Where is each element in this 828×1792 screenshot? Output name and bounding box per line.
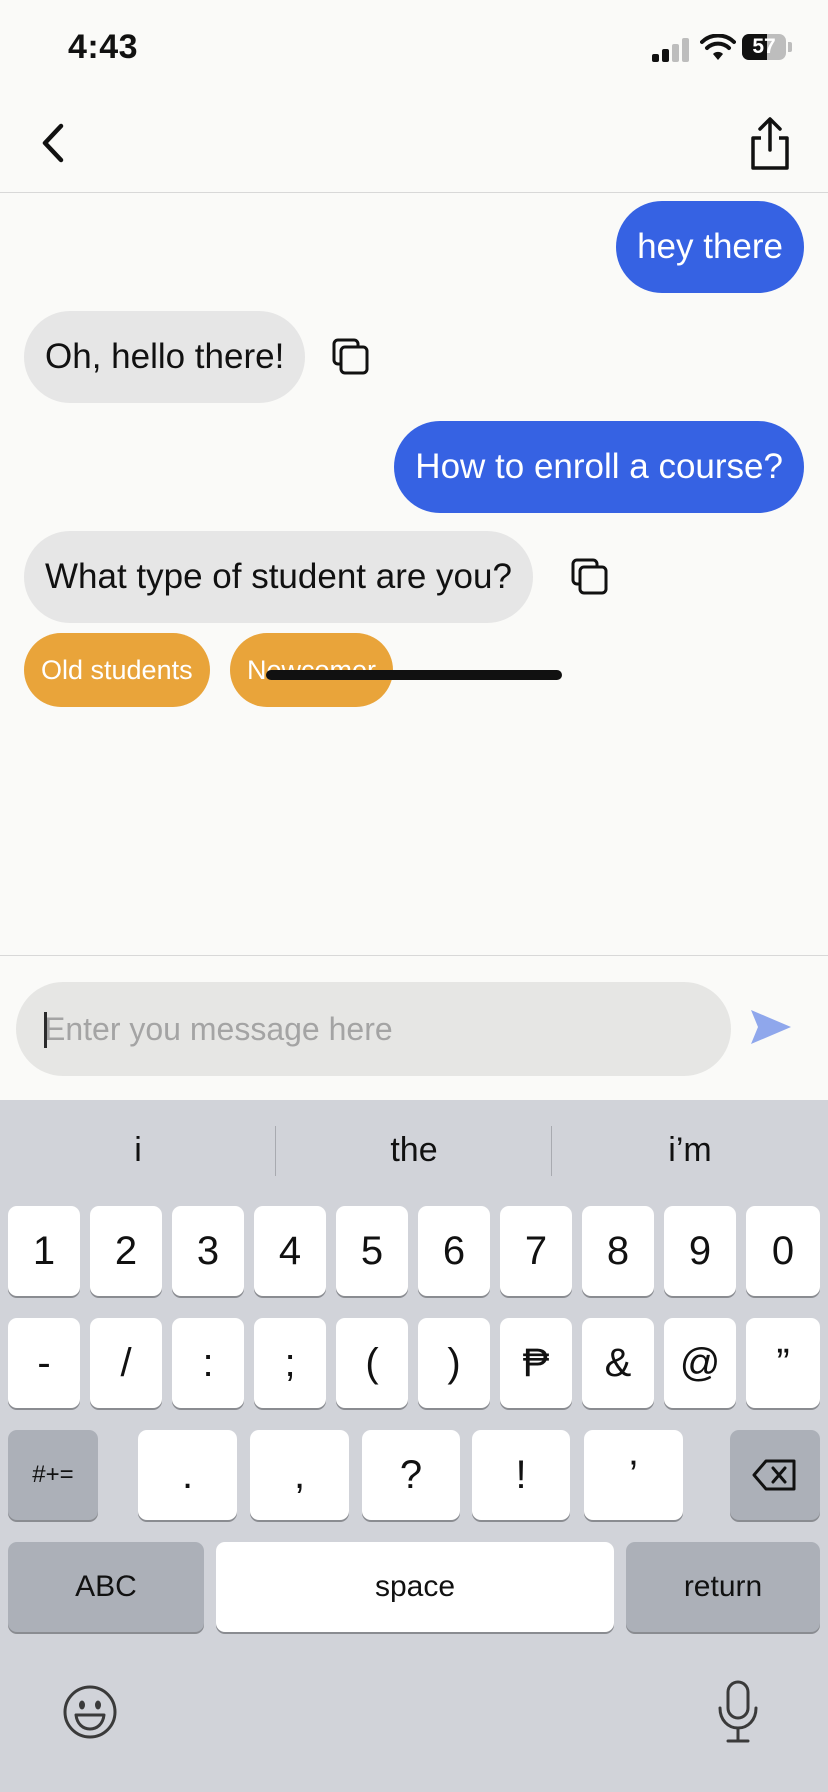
composer-bar: Enter you message here [0, 955, 828, 1101]
abc-key[interactable]: ABC [8, 1542, 204, 1632]
keyboard-bottom-bar [0, 1660, 828, 1792]
key-question[interactable]: ? [362, 1430, 460, 1520]
suggestion-i[interactable]: i [0, 1100, 276, 1200]
key-slash[interactable]: / [90, 1318, 162, 1408]
key-peso[interactable]: ₱ [500, 1318, 572, 1408]
suggestion-the[interactable]: the [276, 1100, 552, 1200]
chat-thread: hey there Oh, hello there! How to enroll… [0, 193, 828, 955]
symbols-toggle-key[interactable]: #+= [8, 1430, 98, 1520]
microphone-icon[interactable] [716, 1680, 760, 1744]
key-0[interactable]: 0 [746, 1206, 820, 1296]
key-period[interactable]: . [138, 1430, 237, 1520]
key-colon[interactable]: : [172, 1318, 244, 1408]
key-7[interactable]: 7 [500, 1206, 572, 1296]
key-3[interactable]: 3 [172, 1206, 244, 1296]
status-bar: 4:43 57 [0, 0, 828, 100]
key-semicolon[interactable]: ; [254, 1318, 326, 1408]
cellular-signal-icon [652, 38, 689, 62]
text-caret [44, 1012, 47, 1048]
key-6[interactable]: 6 [418, 1206, 490, 1296]
quick-reply-old-students[interactable]: Old students [24, 633, 210, 707]
key-9[interactable]: 9 [664, 1206, 736, 1296]
key-hyphen[interactable]: - [8, 1318, 80, 1408]
backspace-icon [752, 1459, 796, 1491]
key-comma[interactable]: , [250, 1430, 349, 1520]
back-chevron-icon[interactable] [30, 118, 80, 168]
message-input[interactable]: Enter you message here [16, 982, 731, 1076]
key-at[interactable]: @ [664, 1318, 736, 1408]
battery-icon: 57 [742, 34, 792, 62]
key-apostrophe[interactable]: ’ [584, 1430, 683, 1520]
battery-level: 57 [752, 35, 776, 58]
key-open-paren[interactable]: ( [336, 1318, 408, 1408]
share-icon[interactable] [740, 114, 800, 174]
user-message: How to enroll a course? [394, 421, 804, 513]
wifi-icon [700, 34, 736, 60]
message-placeholder: Enter you message here [44, 1011, 393, 1047]
space-key[interactable]: space [216, 1542, 614, 1632]
key-close-paren[interactable]: ) [418, 1318, 490, 1408]
bot-message: What type of student are you? [24, 531, 533, 623]
delete-key[interactable] [730, 1430, 820, 1520]
key-5[interactable]: 5 [336, 1206, 408, 1296]
emoji-icon[interactable] [62, 1684, 118, 1740]
suggestion-im[interactable]: i’m [552, 1100, 828, 1200]
key-2[interactable]: 2 [90, 1206, 162, 1296]
key-exclamation[interactable]: ! [472, 1430, 570, 1520]
key-quote[interactable]: ” [746, 1318, 820, 1408]
key-ampersand[interactable]: & [582, 1318, 654, 1408]
key-8[interactable]: 8 [582, 1206, 654, 1296]
nav-bar [0, 100, 828, 193]
keyboard: i the i’m 1 2 3 4 5 6 7 8 9 0 - / : ; ( … [0, 1100, 828, 1792]
return-key[interactable]: return [626, 1542, 820, 1632]
copy-icon[interactable] [331, 337, 371, 377]
key-4[interactable]: 4 [254, 1206, 326, 1296]
key-1[interactable]: 1 [8, 1206, 80, 1296]
status-time: 4:43 [68, 28, 139, 66]
bot-message: Oh, hello there! [24, 311, 306, 403]
home-indicator [266, 670, 562, 680]
send-icon[interactable] [748, 1004, 794, 1050]
copy-icon[interactable] [570, 557, 610, 597]
user-message: hey there [616, 201, 804, 293]
